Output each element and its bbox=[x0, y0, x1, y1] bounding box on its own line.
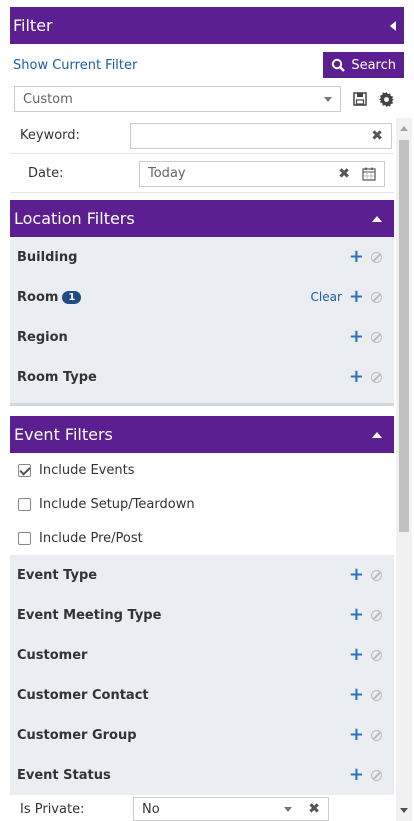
exclude-icon[interactable] bbox=[371, 729, 382, 741]
search-icon bbox=[332, 58, 346, 72]
exclude-icon[interactable] bbox=[371, 569, 382, 581]
scroll-up-icon[interactable] bbox=[400, 126, 408, 131]
add-icon[interactable]: + bbox=[349, 686, 364, 704]
checkbox-label: Include Events bbox=[39, 462, 135, 478]
event-filters-title: Event Filters bbox=[14, 425, 113, 444]
add-icon[interactable]: + bbox=[349, 566, 364, 584]
saved-filter-select[interactable]: Custom bbox=[14, 86, 341, 112]
checkbox-icon[interactable] bbox=[18, 497, 31, 511]
scroll-down-icon[interactable] bbox=[400, 808, 408, 813]
filter-row-event-meeting-type[interactable]: Event Meeting Type + bbox=[10, 595, 394, 635]
date-label: Date: bbox=[28, 166, 64, 181]
filter-settings-button[interactable] bbox=[373, 86, 399, 112]
saved-filter-row: Custom bbox=[14, 86, 406, 112]
is-private-label: Is Private: bbox=[20, 801, 85, 817]
filter-label: Region bbox=[17, 329, 68, 345]
exclude-icon[interactable] bbox=[371, 649, 382, 661]
include-events-checkbox[interactable]: Include Events bbox=[10, 453, 394, 487]
filter-label: Event Meeting Type bbox=[17, 607, 162, 623]
location-filter-group: Building + Room 1 Clear + Region + Room Ty… bbox=[10, 237, 394, 406]
add-icon[interactable]: + bbox=[349, 288, 364, 306]
filter-toolbar: Show Current Filter Search bbox=[10, 52, 404, 78]
date-value: Today bbox=[148, 166, 186, 181]
filter-label: Customer Contact bbox=[17, 687, 149, 703]
is-private-row: Is Private: No ✖ bbox=[10, 795, 394, 821]
checkbox-icon[interactable] bbox=[18, 531, 31, 545]
calendar-icon[interactable] bbox=[362, 167, 376, 181]
filter-label: Event Status bbox=[17, 767, 111, 783]
include-setup-teardown-checkbox[interactable]: Include Setup/Teardown bbox=[10, 487, 394, 521]
add-icon[interactable]: + bbox=[349, 248, 364, 266]
scrollbar-thumb[interactable] bbox=[399, 140, 409, 532]
date-row: Date: Today ✖ bbox=[10, 155, 394, 193]
event-filters-header[interactable]: Event Filters bbox=[10, 416, 394, 453]
panel-title: Filter bbox=[13, 16, 53, 35]
exclude-icon[interactable] bbox=[371, 371, 382, 383]
filter-label: Building bbox=[17, 249, 78, 265]
vertical-scrollbar[interactable] bbox=[396, 118, 412, 821]
filter-label: Event Type bbox=[17, 567, 98, 583]
is-private-value: No bbox=[142, 801, 160, 817]
add-icon[interactable]: + bbox=[349, 726, 364, 744]
checkbox-label: Include Setup/Teardown bbox=[39, 496, 195, 512]
exclude-icon[interactable] bbox=[371, 689, 382, 701]
filter-label: Room Type bbox=[17, 369, 97, 385]
date-input[interactable]: Today ✖ bbox=[139, 160, 385, 187]
location-filters-header[interactable]: Location Filters bbox=[10, 200, 394, 237]
show-current-filter-link[interactable]: Show Current Filter bbox=[10, 58, 137, 73]
filter-scroll-area[interactable]: Keyword: ✖ Date: Today ✖ Location Filter… bbox=[10, 118, 394, 821]
filter-row-room-type[interactable]: Room Type + bbox=[10, 357, 394, 397]
search-button[interactable]: Search bbox=[323, 52, 404, 78]
event-filter-group: Event Type + Event Meeting Type + Custom… bbox=[10, 555, 394, 795]
filter-row-customer[interactable]: Customer + bbox=[10, 635, 394, 675]
add-icon[interactable]: + bbox=[349, 368, 364, 386]
filter-row-event-type[interactable]: Event Type + bbox=[10, 555, 394, 595]
exclude-icon[interactable] bbox=[371, 291, 382, 303]
keyword-label: Keyword: bbox=[20, 128, 80, 143]
chevron-down-icon bbox=[284, 806, 293, 812]
filter-label: Customer Group bbox=[17, 727, 137, 743]
exclude-icon[interactable] bbox=[371, 769, 382, 781]
keyword-row: Keyword: ✖ bbox=[10, 118, 394, 154]
filter-row-room[interactable]: Room 1 Clear + bbox=[10, 277, 394, 317]
filter-row-region[interactable]: Region + bbox=[10, 317, 394, 357]
filter-row-customer-contact[interactable]: Customer Contact + bbox=[10, 675, 394, 715]
clear-date-icon[interactable]: ✖ bbox=[338, 166, 350, 182]
exclude-icon[interactable] bbox=[371, 609, 382, 621]
exclude-icon[interactable] bbox=[371, 251, 382, 263]
count-badge: 1 bbox=[62, 290, 82, 304]
collapse-left-icon[interactable] bbox=[390, 20, 396, 31]
clear-private-icon[interactable]: ✖ bbox=[308, 801, 320, 817]
clear-room-link[interactable]: Clear bbox=[311, 290, 342, 304]
location-filters-title: Location Filters bbox=[14, 209, 135, 228]
checkbox-label: Include Pre/Post bbox=[39, 530, 143, 546]
filter-row-building[interactable]: Building + bbox=[10, 237, 394, 277]
save-filter-button[interactable] bbox=[347, 86, 373, 112]
add-icon[interactable]: + bbox=[349, 328, 364, 346]
include-pre-post-checkbox[interactable]: Include Pre/Post bbox=[10, 521, 394, 555]
checkbox-checked-icon[interactable] bbox=[18, 463, 31, 477]
collapse-up-icon[interactable] bbox=[372, 215, 382, 222]
save-icon bbox=[353, 92, 367, 106]
search-button-label: Search bbox=[351, 57, 396, 73]
clear-keyword-icon[interactable]: ✖ bbox=[371, 128, 383, 144]
filter-panel-header[interactable]: Filter bbox=[10, 7, 404, 44]
chevron-down-icon bbox=[324, 96, 332, 102]
add-icon[interactable]: + bbox=[349, 766, 364, 784]
collapse-up-icon[interactable] bbox=[372, 431, 382, 438]
is-private-select[interactable]: No ✖ bbox=[133, 797, 329, 821]
gear-icon bbox=[378, 91, 394, 107]
exclude-icon[interactable] bbox=[371, 331, 382, 343]
filter-label: Room bbox=[17, 289, 59, 305]
filter-row-customer-group[interactable]: Customer Group + bbox=[10, 715, 394, 755]
saved-filter-value: Custom bbox=[23, 91, 73, 107]
filter-row-event-status[interactable]: Event Status + bbox=[10, 755, 394, 795]
add-icon[interactable]: + bbox=[349, 646, 364, 664]
keyword-input[interactable]: ✖ bbox=[130, 122, 392, 149]
add-icon[interactable]: + bbox=[349, 606, 364, 624]
filter-label: Customer bbox=[17, 647, 88, 663]
